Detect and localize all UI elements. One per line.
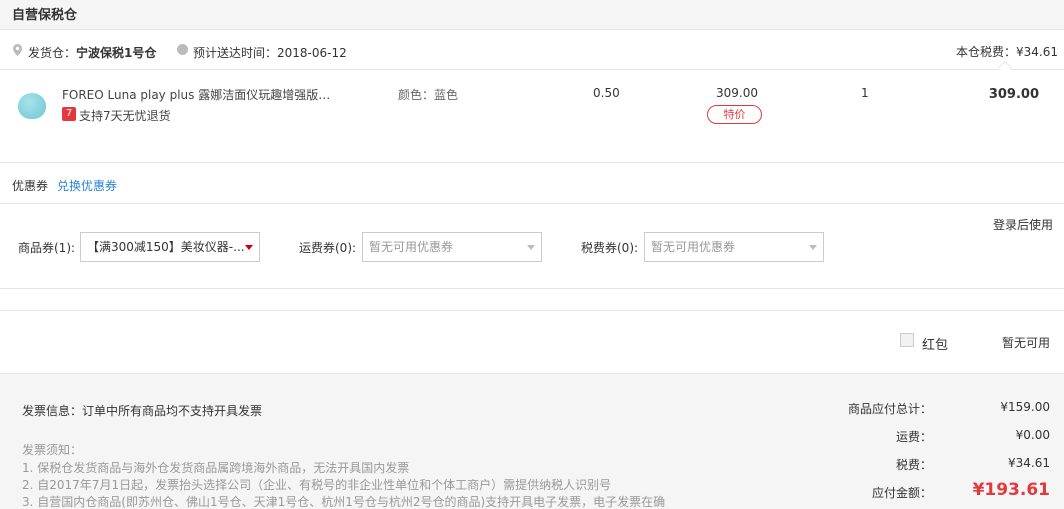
tax-coupon-select[interactable]: 暂无可用优惠券 [644, 232, 824, 262]
redeem-coupon-link[interactable]: 兑换优惠券 [57, 177, 117, 194]
clock-icon [177, 44, 188, 55]
product-weight: 0.50 [593, 86, 620, 100]
freight-label: 运费： [895, 430, 932, 444]
red-packet-checkbox[interactable] [900, 333, 914, 347]
invoice-notice-title: 发票须知： [22, 443, 83, 457]
section-header: 自营保税仓 [0, 0, 1064, 30]
goods-coupon-label: 商品券(1): [18, 241, 76, 255]
warehouse-value: 宁波保税1号仓 [76, 46, 157, 60]
coupon-header: 优惠券 兑换优惠券 [0, 164, 1064, 204]
product-price: 309.00 [716, 86, 758, 100]
chevron-down-icon [809, 245, 817, 250]
invoice-info: 发票信息：订单中所有商品均不支持开具发票 [22, 404, 263, 418]
product-quantity: 1 [861, 86, 869, 100]
freight-row: 运费： ¥0.00 [830, 428, 1050, 448]
login-to-use-link[interactable]: 登录后使用 [993, 216, 1053, 233]
tax-row: 税费： ¥34.61 [830, 456, 1050, 476]
tax-label: 税费： [895, 458, 932, 472]
delivery-eta: 预计送达时间：2018-06-12 [193, 46, 347, 60]
product-color: 颜色：蓝色 [398, 88, 459, 102]
coupon-selectors: 登录后使用 商品券(1): 【满300减150】美妆仪器-... 运费券(0):… [0, 205, 1064, 289]
chevron-down-icon [245, 245, 253, 250]
section-title: 自营保税仓 [12, 8, 78, 23]
return-policy-text: 支持7天无忧退货 [79, 109, 171, 123]
goods-total-value: ¥159.00 [1000, 400, 1050, 414]
special-price-badge: 特价 [707, 105, 762, 124]
product-subtotal: 309.00 [988, 87, 1039, 102]
red-packet-label: 红包 [922, 338, 949, 353]
tax-coupon-label: 税费券(0): [581, 241, 639, 255]
tax-coupon-value: 暂无可用优惠券 [651, 240, 736, 254]
freight-coupon-label: 运费券(0): [299, 241, 357, 255]
invoice-note: 3. 自营国内仓商品(即苏州仓、佛山1号仓、天津1号仓、杭州1号仓与杭州2号仓的… [22, 495, 666, 509]
checkout-warehouse-panel: 自营保税仓 发货仓： 宁波保税1号仓 预计送达时间：2018-06-12 本仓税… [0, 0, 1064, 509]
warehouse-tax: 本仓税费：¥34.61 [956, 45, 1058, 59]
invoice-note: 2. 自2017年7月1日起，发票抬头选择公司（企业、有税号的非企业性单位和个体… [22, 478, 612, 492]
location-pin-icon [13, 44, 22, 56]
freight-coupon-value: 暂无可用优惠券 [369, 240, 454, 254]
invoice-note: 1. 保税仓发货商品与海外仓发货商品属跨境海外商品，无法开具国内发票 [22, 461, 410, 475]
product-name[interactable]: FOREO Luna play plus 露娜洁面仪玩趣增强版清洁毛孔 [62, 86, 342, 103]
warehouse-label: 发货仓： [28, 46, 77, 60]
payable-row: 应付金额： ¥193.61 [830, 480, 1050, 504]
product-thumbnail[interactable] [18, 93, 46, 119]
goods-total-row: 商品应付总计： ¥159.00 [830, 400, 1050, 420]
coupon-label: 优惠券 [12, 179, 49, 193]
product-row: FOREO Luna play plus 露娜洁面仪玩趣增强版清洁毛孔 7 支持… [0, 71, 1064, 163]
red-packet-row: 红包 暂无可用 [0, 310, 1064, 372]
goods-coupon-select[interactable]: 【满300减150】美妆仪器-... [80, 232, 260, 262]
tax-value: ¥34.61 [1008, 456, 1050, 470]
goods-coupon-value: 【满300减150】美妆仪器-... [87, 240, 245, 254]
payable-label: 应付金额： [871, 486, 932, 500]
order-footer: 发票信息：订单中所有商品均不支持开具发票 发票须知： 1. 保税仓发货商品与海外… [0, 373, 1064, 509]
payable-total: ¥193.61 [972, 480, 1050, 500]
freight-coupon-select[interactable]: 暂无可用优惠券 [362, 232, 542, 262]
freight-value: ¥0.00 [1015, 428, 1050, 442]
shipping-info-bar: 发货仓： 宁波保税1号仓 预计送达时间：2018-06-12 本仓税费：¥34.… [0, 31, 1064, 76]
goods-total-label: 商品应付总计： [847, 402, 932, 416]
chevron-down-icon [527, 245, 535, 250]
red-packet-status: 暂无可用 [1001, 336, 1050, 350]
return-policy-icon: 7 [62, 107, 76, 121]
